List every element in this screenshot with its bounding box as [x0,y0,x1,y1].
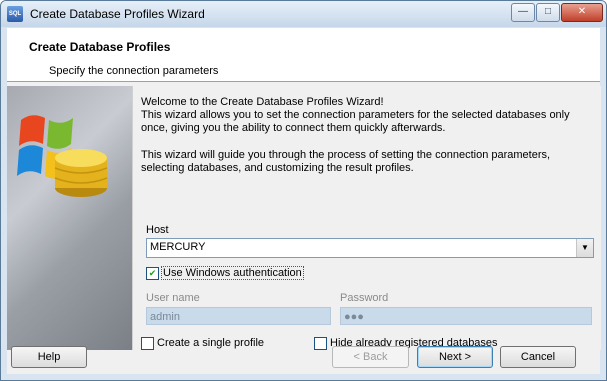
windows-auth-checkbox[interactable]: ✔ [146,267,159,280]
wizard-content: Welcome to the Create Database Profiles … [132,86,601,350]
intro-guide: This wizard will guide you through the p… [141,149,551,174]
password-label: Password [340,292,389,304]
wizard-header: Create Database Profiles Specify the con… [7,28,600,82]
single-profile-checkbox[interactable] [141,337,154,350]
host-combobox[interactable]: MERCURY ▼ [146,238,594,258]
sql-app-icon: SQL [7,6,23,22]
hide-registered-checkbox[interactable] [314,337,327,350]
wizard-footer: Help < Back Next > Cancel [7,346,600,374]
password-field[interactable]: ●●● [340,307,592,325]
host-label: Host [146,224,169,236]
single-profile-label[interactable]: Create a single profile [157,337,264,349]
next-button[interactable]: Next > [417,346,493,368]
wizard-window: SQL Create Database Profiles Wizard — □ … [0,0,607,381]
minimize-button[interactable]: — [511,3,535,22]
cancel-button[interactable]: Cancel [500,346,576,368]
title-bar[interactable]: SQL Create Database Profiles Wizard — □ … [1,1,606,27]
intro-description: This wizard allows you to set the connec… [141,109,570,134]
wizard-side-banner [7,86,132,350]
page-subtitle: Specify the connection parameters [49,65,219,77]
username-field[interactable]: admin [146,307,331,325]
wizard-client: Create Database Profiles Specify the con… [7,28,601,374]
host-value: MERCURY [150,241,206,253]
intro-welcome: Welcome to the Create Database Profiles … [141,96,384,108]
close-button[interactable]: ✕ [561,3,603,22]
windows-database-logo-icon [17,115,108,197]
username-label: User name [146,292,200,304]
back-button[interactable]: < Back [332,346,409,368]
help-button[interactable]: Help [11,346,87,368]
chevron-down-icon[interactable]: ▼ [576,239,593,257]
page-title: Create Database Profiles [29,40,171,54]
maximize-button[interactable]: □ [536,3,560,22]
windows-auth-label[interactable]: Use Windows authentication [161,266,304,280]
window-title: Create Database Profiles Wizard [30,7,205,21]
